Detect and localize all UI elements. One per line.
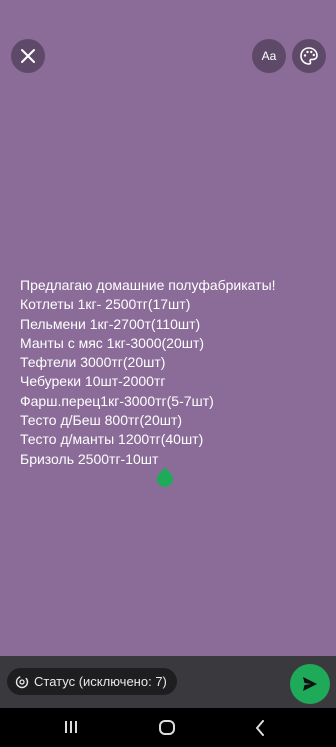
privacy-chip[interactable]: Статус (исключено: 7): [7, 668, 177, 695]
home-button[interactable]: [158, 720, 176, 736]
back-icon: [256, 720, 264, 736]
status-line: Манты с мяс 1кг-3000(20шт): [20, 334, 205, 351]
back-button[interactable]: [254, 720, 266, 736]
status-compose-canvas[interactable]: Aa Предлагаю домашние полуфабрикаты! Кот…: [0, 0, 336, 656]
system-navigation-bar: [0, 708, 336, 747]
close-button[interactable]: [11, 39, 45, 73]
status-line: Тефтели 3000тг(20шт): [20, 354, 166, 371]
privacy-chip-label: Статус (исключено: 7): [34, 674, 167, 689]
status-text-input[interactable]: Предлагаю домашние полуфабрикаты! Котлет…: [20, 276, 320, 469]
privacy-icon: [15, 675, 29, 688]
status-line: Пельмени 1кг-2700т(110шт): [20, 315, 201, 332]
send-button[interactable]: [290, 664, 330, 704]
recent-apps-icon: [65, 721, 77, 733]
text-cursor-handle[interactable]: [153, 467, 177, 491]
status-line: Тесто д/манты 1200тг(40шт): [20, 431, 204, 448]
font-button-label: Aa: [261, 49, 277, 63]
status-line: Тесто д/Беш 800тг(20шт): [20, 412, 183, 429]
palette-button[interactable]: [292, 39, 326, 73]
home-icon: [159, 720, 175, 735]
close-icon: [21, 49, 35, 63]
status-line: Фарш.перец1кг-3000тг(5-7шт): [20, 392, 214, 409]
palette-icon: [300, 47, 318, 65]
send-icon: [303, 677, 317, 691]
status-line: Чебуреки 10шт-2000тг: [20, 373, 166, 390]
compose-footer: Статус (исключено: 7): [0, 656, 336, 708]
status-line: Котлеты 1кг- 2500тг(17шт): [20, 296, 191, 313]
status-line: Предлагаю домашние полуфабрикаты!: [20, 277, 276, 293]
recent-apps-button[interactable]: [63, 720, 79, 734]
font-button[interactable]: Aa: [252, 39, 286, 73]
status-line: Бризоль 2500тг-10шт: [20, 450, 159, 467]
